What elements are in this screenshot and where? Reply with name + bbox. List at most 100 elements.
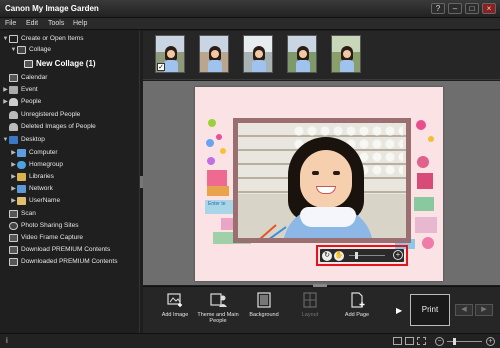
- menu-file[interactable]: File: [5, 20, 16, 27]
- photo-thumbnail[interactable]: [287, 35, 317, 73]
- sidebar-item-label: Unregistered People: [21, 111, 81, 118]
- chevron-right-icon[interactable]: ▶: [10, 185, 17, 192]
- photo-thumbnail[interactable]: ✓: [155, 35, 185, 73]
- sidebar-item-collage[interactable]: ▼ Collage: [10, 44, 148, 55]
- info-icon[interactable]: i: [6, 336, 10, 346]
- edit-area: Enter te ↻ ✋ +: [143, 81, 500, 285]
- computer-icon: [17, 148, 26, 157]
- event-icon: [9, 85, 18, 94]
- sidebar-item-desktop[interactable]: ▼ Desktop: [2, 134, 140, 145]
- add-page-icon: [350, 292, 364, 308]
- photo-frame[interactable]: [233, 118, 411, 243]
- sidebar-item-label: Photo Sharing Sites: [21, 222, 79, 229]
- checkbox[interactable]: ✓: [157, 63, 165, 71]
- image-zoom-slider-thumb[interactable]: [355, 252, 358, 259]
- chevron-right-icon[interactable]: ▶: [10, 149, 17, 156]
- sidebar-item-label: Deleted Images of People: [21, 123, 96, 130]
- sidebar-item-downloaded-premium[interactable]: Downloaded PREMIUM Contents: [9, 256, 147, 267]
- sidebar-item-calendar[interactable]: Calendar: [9, 72, 147, 83]
- sidebar-item-label: Computer: [29, 149, 58, 156]
- menu-edit[interactable]: Edit: [26, 20, 38, 27]
- app-title: Canon My Image Garden: [5, 4, 99, 13]
- background-icon: [256, 292, 271, 308]
- sidebar-item-homegroup[interactable]: ▶ Homegroup: [10, 159, 148, 170]
- chevron-right-icon[interactable]: ▶: [10, 161, 17, 168]
- add-image-icon: [166, 293, 182, 307]
- photo-thumbnail[interactable]: [331, 35, 361, 73]
- create-icon: [9, 34, 18, 43]
- chevron-down-icon[interactable]: ▼: [10, 47, 17, 53]
- calendar-icon: [9, 73, 18, 82]
- sidebar-item-label: Event: [21, 86, 38, 93]
- status-bar: i − +: [0, 333, 500, 348]
- next-page-button[interactable]: ▶: [475, 304, 493, 316]
- sidebar-item-download-premium[interactable]: Download PREMIUM Contents: [9, 244, 147, 255]
- pencils-graphic: [259, 224, 287, 238]
- chevron-right-icon[interactable]: ▶: [10, 173, 17, 180]
- sidebar-item-label: Desktop: [21, 136, 45, 143]
- background-button[interactable]: Background: [242, 292, 286, 330]
- sidebar-item-unregistered-people[interactable]: Unregistered People: [9, 109, 147, 120]
- view-mode-icon[interactable]: [393, 337, 402, 345]
- layout-button[interactable]: Layout: [288, 292, 332, 330]
- theme-and-main-people-button[interactable]: Theme and Main People: [196, 292, 240, 330]
- photo-thumbnail[interactable]: [243, 35, 273, 73]
- film-icon: [9, 233, 18, 242]
- sidebar-item-label: Calendar: [21, 74, 48, 81]
- sidebar-item-label: Network: [29, 185, 53, 192]
- person-question-icon: [9, 110, 18, 119]
- toolbar-collapse-handle[interactable]: [313, 284, 327, 287]
- chevron-down-icon[interactable]: ▼: [2, 36, 9, 42]
- chevron-down-icon[interactable]: ▼: [2, 137, 9, 143]
- add-page-label: Add Page: [344, 312, 370, 318]
- user-folder-icon: [17, 196, 26, 205]
- sidebar-item-video-frame-capture[interactable]: Video Frame Capture: [9, 232, 147, 243]
- sidebar-item-label: Create or Open Items: [21, 35, 84, 42]
- zoom-out-icon[interactable]: −: [435, 337, 444, 346]
- chevron-right-icon[interactable]: ▶: [2, 98, 9, 105]
- sidebar-item-username[interactable]: ▶ UserName: [10, 195, 148, 206]
- full-screen-icon[interactable]: [417, 337, 426, 345]
- sidebar-item-people[interactable]: ▶ People: [2, 96, 140, 107]
- scan-icon: [9, 209, 18, 218]
- sidebar-item-libraries[interactable]: ▶ Libraries: [10, 171, 148, 182]
- menu-help[interactable]: Help: [73, 20, 87, 27]
- people-icon: [9, 97, 18, 106]
- sidebar-item-label: Homegroup: [29, 161, 63, 168]
- toolbar-next-arrow-icon[interactable]: ▶: [396, 306, 402, 315]
- chevron-right-icon[interactable]: ▶: [10, 197, 17, 204]
- sidebar-item-create-or-open[interactable]: ▼ Create or Open Items: [2, 33, 140, 44]
- maximize-button[interactable]: □: [465, 3, 479, 14]
- sidebar-item-photo-sharing[interactable]: Photo Sharing Sites: [9, 220, 147, 231]
- zoom-in-icon[interactable]: +: [393, 250, 403, 260]
- enter-text-sticker[interactable]: Enter te: [208, 201, 226, 207]
- sidebar-item-network[interactable]: ▶ Network: [10, 183, 148, 194]
- print-button[interactable]: Print: [410, 294, 450, 326]
- close-button[interactable]: ×: [482, 3, 496, 14]
- menu-tools[interactable]: Tools: [48, 20, 64, 27]
- sidebar-item-event[interactable]: ▶ Event: [2, 84, 140, 95]
- image-tools-bar: ↻ ✋ +: [320, 249, 404, 262]
- minimize-button[interactable]: –: [448, 3, 462, 14]
- collage-photo[interactable]: [238, 123, 406, 238]
- help-button[interactable]: ?: [431, 3, 445, 14]
- rotate-icon[interactable]: ↻: [322, 250, 332, 261]
- network-icon: [17, 184, 26, 193]
- sidebar-item-scan[interactable]: Scan: [9, 208, 147, 219]
- add-page-button[interactable]: Add Page: [335, 292, 379, 330]
- sidebar-item-deleted-people[interactable]: Deleted Images of People: [9, 121, 147, 132]
- zoom-slider-thumb[interactable]: [453, 338, 456, 345]
- previous-page-button[interactable]: ◀: [455, 304, 473, 316]
- zoom-in-icon[interactable]: +: [486, 337, 495, 346]
- hand-icon[interactable]: ✋: [334, 250, 344, 261]
- sidebar: ▼ Create or Open Items ▼ Collage New Col…: [0, 31, 140, 333]
- sidebar-item-new-collage[interactable]: New Collage (1): [24, 57, 162, 70]
- sidebar-item-computer[interactable]: ▶ Computer: [10, 147, 148, 158]
- fit-page-icon[interactable]: [405, 337, 414, 345]
- person-deleted-icon: [9, 122, 18, 131]
- chevron-right-icon[interactable]: ▶: [2, 86, 9, 93]
- collage-doc-icon: [24, 59, 33, 68]
- photo-thumbnail[interactable]: [199, 35, 229, 73]
- theme-people-label: Theme and Main People: [197, 312, 239, 324]
- add-image-button[interactable]: Add Image: [153, 292, 197, 330]
